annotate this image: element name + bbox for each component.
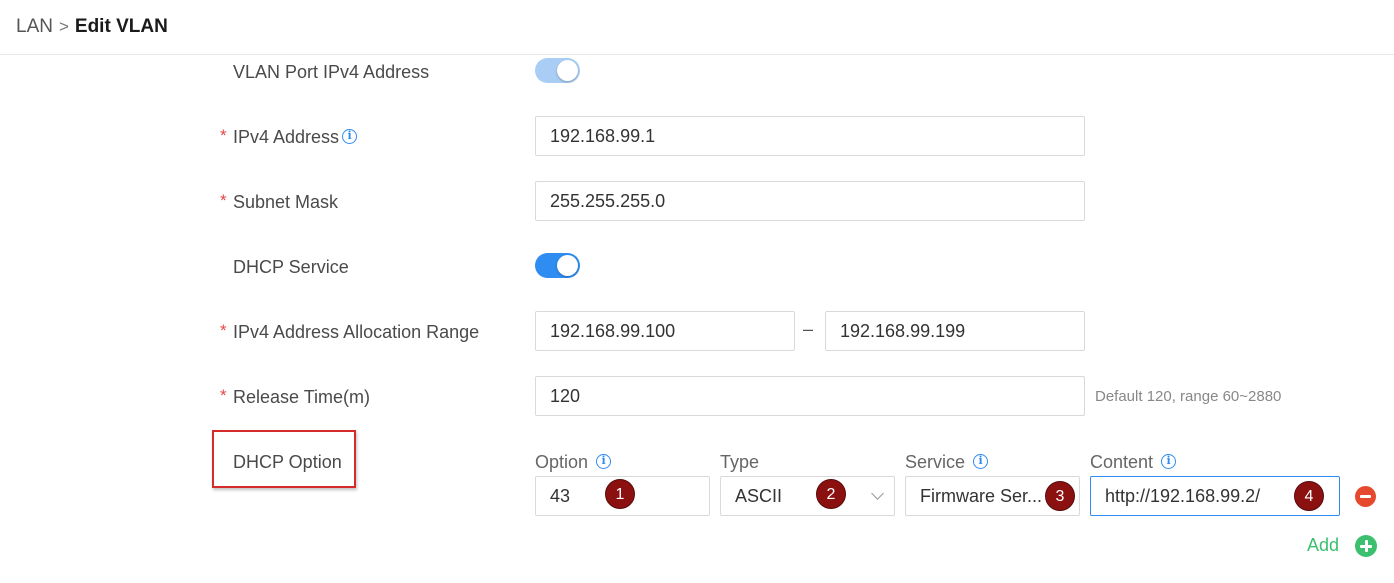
toggle-knob xyxy=(557,255,578,276)
annotation-marker-2: 2 xyxy=(816,479,846,509)
allocation-range-end-input[interactable]: 192.168.99.199 xyxy=(825,311,1085,351)
dhcp-option-type-value: ASCII xyxy=(735,485,783,506)
add-option-label[interactable]: Add xyxy=(1307,535,1339,556)
toggle-knob xyxy=(557,60,578,81)
dhcp-option-type-select[interactable]: ASCII xyxy=(720,476,895,516)
dhcp-service-toggle[interactable] xyxy=(535,253,580,278)
subnet-mask-input[interactable]: 255.255.255.0 xyxy=(535,181,1085,221)
ipv4-address-label-text: IPv4 Address xyxy=(233,127,340,147)
release-time-input[interactable]: 120 xyxy=(535,376,1085,416)
allocation-range-label: IPv4 Address Allocation Range xyxy=(233,322,480,342)
type-column-header: Type xyxy=(720,452,760,472)
chevron-down-icon xyxy=(871,487,884,500)
info-icon[interactable]: i xyxy=(1161,453,1177,469)
service-column-header: Service i xyxy=(905,451,989,473)
option-column-label: Option xyxy=(535,452,589,472)
required-marker: * xyxy=(220,126,227,145)
required-marker: * xyxy=(220,386,227,405)
vlan-port-ipv4-label: VLAN Port IPv4 Address xyxy=(233,62,430,82)
subnet-mask-label: Subnet Mask xyxy=(233,192,339,212)
info-icon[interactable]: i xyxy=(596,453,612,469)
dhcp-service-label: DHCP Service xyxy=(233,257,349,277)
required-marker: * xyxy=(220,191,227,210)
vlan-port-ipv4-toggle[interactable] xyxy=(535,58,580,83)
ipv4-address-label: IPv4 Address i xyxy=(233,125,358,149)
info-icon[interactable]: i xyxy=(973,453,989,469)
option-column-header: Option i xyxy=(535,451,612,473)
allocation-range-start-input[interactable]: 192.168.99.100 xyxy=(535,311,795,351)
ipv4-address-input[interactable]: 192.168.99.1 xyxy=(535,116,1085,156)
release-time-hint: Default 120, range 60~2880 xyxy=(1095,388,1282,405)
breadcrumb-lan-link[interactable]: LAN xyxy=(16,16,53,38)
add-option-icon[interactable] xyxy=(1355,535,1377,557)
breadcrumb-separator: > xyxy=(58,17,69,36)
remove-option-icon[interactable] xyxy=(1355,486,1376,507)
range-separator: – xyxy=(803,319,814,339)
annotation-marker-1: 1 xyxy=(605,479,635,509)
breadcrumb: LAN > Edit VLAN xyxy=(0,0,1394,55)
dhcp-option-label: DHCP Option xyxy=(233,452,342,472)
content-column-header: Content i xyxy=(1090,451,1177,473)
info-icon[interactable]: i xyxy=(342,128,358,144)
page-title: Edit VLAN xyxy=(74,16,168,37)
required-marker: * xyxy=(220,321,227,340)
service-column-label: Service xyxy=(905,452,966,472)
content-column-label: Content xyxy=(1090,452,1154,472)
annotation-marker-4: 4 xyxy=(1294,481,1324,511)
annotation-marker-3: 3 xyxy=(1045,481,1075,511)
release-time-label: Release Time(m) xyxy=(233,387,371,407)
